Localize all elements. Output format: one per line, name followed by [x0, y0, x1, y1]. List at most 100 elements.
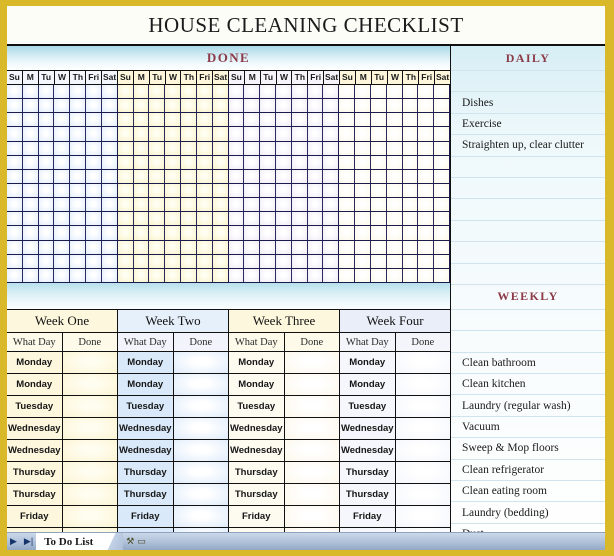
checkbox-cell[interactable] — [196, 254, 213, 268]
checkbox-cell[interactable] — [339, 198, 356, 212]
checkbox-cell[interactable] — [38, 240, 55, 254]
checkbox-cell[interactable] — [291, 212, 308, 226]
checkbox-cell[interactable] — [86, 254, 102, 268]
checkbox-cell[interactable] — [70, 155, 87, 169]
checkbox-cell[interactable] — [291, 226, 308, 240]
checkbox-cell[interactable] — [307, 226, 324, 240]
checkbox-cell[interactable] — [101, 212, 118, 226]
checkbox-cell[interactable] — [323, 141, 340, 155]
sheet-tab-bar[interactable]: ▶ ▶| To Do List ⚒ ▭ — [7, 532, 605, 550]
checkbox-cell[interactable] — [196, 155, 213, 169]
checkbox-cell[interactable] — [212, 127, 229, 141]
checkbox-cell[interactable] — [22, 169, 39, 183]
checkbox-cell[interactable] — [54, 113, 71, 127]
checkbox-cell[interactable] — [38, 254, 55, 268]
checkbox-cell[interactable] — [402, 127, 419, 141]
checkbox-cell[interactable] — [244, 198, 261, 212]
checkbox-cell[interactable] — [54, 183, 71, 198]
checkbox-cell[interactable] — [275, 183, 292, 198]
checkbox-cell[interactable] — [86, 212, 102, 226]
checkbox-cell[interactable] — [86, 183, 102, 198]
done-checkbox-cell[interactable] — [395, 506, 450, 527]
checkbox-cell[interactable] — [260, 254, 276, 268]
checkbox-cell[interactable] — [323, 155, 340, 169]
checkbox-cell[interactable] — [38, 155, 55, 169]
checkbox-cell[interactable] — [402, 254, 419, 268]
checkbox-cell[interactable] — [133, 99, 150, 113]
checkbox-cell[interactable] — [101, 169, 118, 183]
checkbox-cell[interactable] — [244, 141, 261, 155]
checkbox-cell[interactable] — [212, 85, 229, 99]
done-checkbox-cell[interactable] — [173, 374, 228, 395]
done-checkbox-cell[interactable] — [173, 418, 228, 439]
checkbox-cell[interactable] — [275, 141, 292, 155]
checkbox-cell[interactable] — [133, 113, 150, 127]
checkbox-cell[interactable] — [339, 141, 356, 155]
checkbox-cell[interactable] — [386, 198, 403, 212]
weekly-task-item[interactable]: Vacuum — [451, 417, 605, 439]
checkbox-cell[interactable] — [339, 99, 356, 113]
checkbox-cell[interactable] — [165, 212, 182, 226]
checkbox-cell[interactable] — [70, 85, 87, 99]
checkbox-cell[interactable] — [38, 169, 55, 183]
checkbox-cell[interactable] — [70, 141, 87, 155]
done-checkbox-cell[interactable] — [62, 506, 117, 527]
checkbox-cell[interactable] — [418, 127, 435, 141]
checkbox-cell[interactable] — [101, 113, 118, 127]
checkbox-cell[interactable] — [181, 254, 197, 268]
checkbox-cell[interactable] — [38, 127, 55, 141]
checkbox-cell[interactable] — [228, 198, 245, 212]
done-checkbox-cell[interactable] — [173, 506, 228, 527]
checkbox-cell[interactable] — [386, 155, 403, 169]
checkbox-cell[interactable] — [165, 99, 182, 113]
checkbox-cell[interactable] — [291, 240, 308, 254]
checkbox-cell[interactable] — [101, 268, 118, 282]
checkbox-cell[interactable] — [54, 198, 71, 212]
checkbox-cell[interactable] — [370, 240, 387, 254]
checkbox-cell[interactable] — [117, 141, 134, 155]
checkbox-cell[interactable] — [434, 169, 451, 183]
checkbox-cell[interactable] — [101, 198, 118, 212]
checkbox-cell[interactable] — [370, 169, 387, 183]
checkbox-cell[interactable] — [38, 141, 55, 155]
checkbox-cell[interactable] — [275, 226, 292, 240]
daily-task-item[interactable]: Dishes — [451, 92, 605, 114]
checkbox-cell[interactable] — [101, 85, 118, 99]
done-checkbox-cell[interactable] — [284, 374, 339, 395]
checkbox-cell[interactable] — [244, 240, 261, 254]
checkbox-cell[interactable] — [212, 198, 229, 212]
checkbox-cell[interactable] — [339, 85, 356, 99]
checkbox-cell[interactable] — [370, 155, 387, 169]
checkbox-cell[interactable] — [165, 169, 182, 183]
checkbox-cell[interactable] — [307, 85, 324, 99]
checkbox-cell[interactable] — [339, 254, 356, 268]
checkbox-cell[interactable] — [101, 226, 118, 240]
checkbox-cell[interactable] — [418, 155, 435, 169]
weekly-task-item[interactable]: Sweep & Mop floors — [451, 438, 605, 460]
checkbox-cell[interactable] — [291, 113, 308, 127]
checkbox-cell[interactable] — [386, 127, 403, 141]
checkbox-cell[interactable] — [339, 155, 356, 169]
checkbox-cell[interactable] — [165, 183, 182, 198]
done-checkbox-cell[interactable] — [395, 440, 450, 461]
checkbox-cell[interactable] — [133, 212, 150, 226]
checkbox-cell[interactable] — [418, 240, 435, 254]
sheet-tab-to-do-list[interactable]: To Do List — [36, 533, 102, 550]
checkbox-cell[interactable] — [181, 85, 197, 99]
checkbox-cell[interactable] — [196, 85, 213, 99]
checkbox-cell[interactable] — [101, 240, 118, 254]
checkbox-cell[interactable] — [165, 141, 182, 155]
done-checkbox-cell[interactable] — [284, 484, 339, 505]
checkbox-cell[interactable] — [86, 198, 102, 212]
checkbox-cell[interactable] — [117, 169, 134, 183]
checkbox-cell[interactable] — [434, 85, 451, 99]
next-sheet-icon[interactable]: ▶ — [10, 537, 17, 546]
checkbox-cell[interactable] — [260, 169, 276, 183]
checkbox-cell[interactable] — [70, 113, 87, 127]
checkbox-cell[interactable] — [22, 85, 39, 99]
checkbox-cell[interactable] — [370, 99, 387, 113]
checkbox-cell[interactable] — [260, 127, 276, 141]
checkbox-cell[interactable] — [370, 141, 387, 155]
checkbox-cell[interactable] — [244, 85, 261, 99]
weekly-task-item[interactable]: Laundry (bedding) — [451, 502, 605, 524]
